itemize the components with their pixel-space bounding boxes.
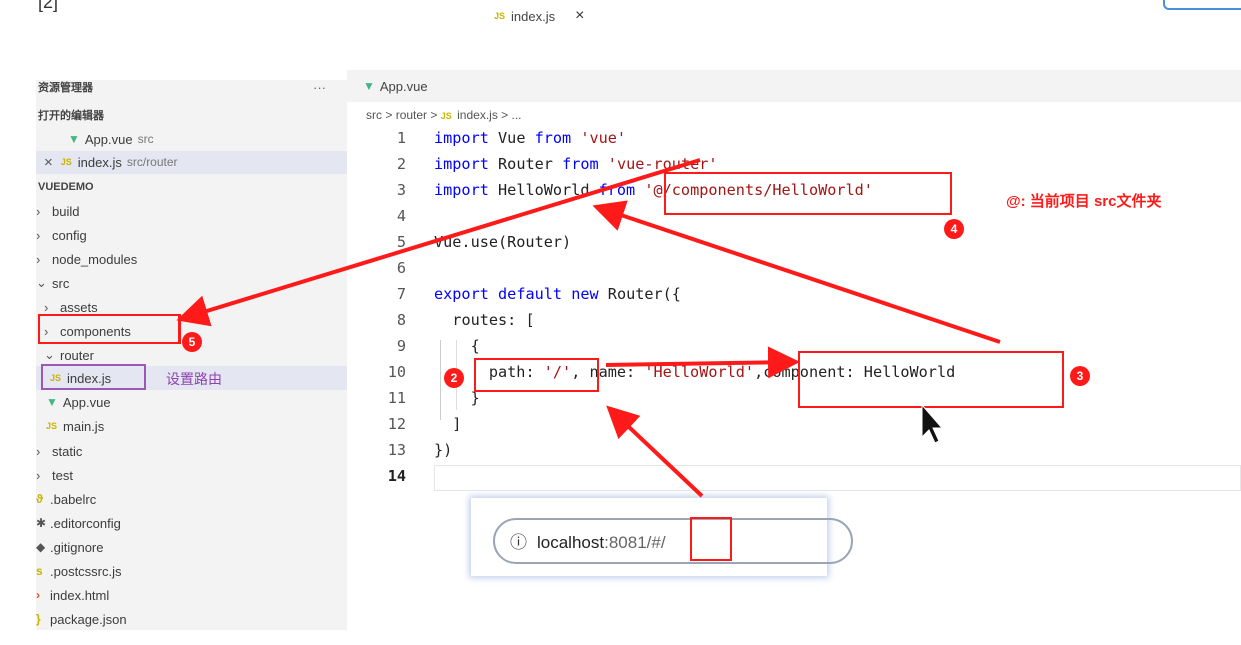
mouse-cursor-icon [921,403,944,444]
arrow-component-to-import [592,200,1001,344]
arrow-import-to-components [176,158,701,327]
annotation-arrows [176,158,1001,498]
arrow-path-to-component [605,346,800,379]
arrow-url-to-path [606,405,704,498]
